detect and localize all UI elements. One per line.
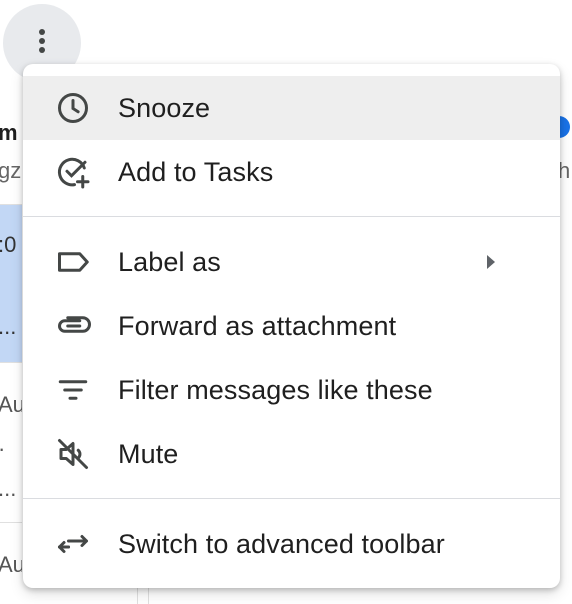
menu-item-label: Mute: [118, 438, 179, 469]
column-divider: [148, 588, 149, 604]
menu-item-mute[interactable]: Mute: [23, 422, 560, 486]
menu-item-filter-messages[interactable]: Filter messages like these: [23, 358, 560, 422]
gmail-more-menu-screen: m gze :0 ... Au · ... Au h Snooze Add to…: [0, 0, 572, 604]
menu-item-label-as[interactable]: Label as: [23, 230, 560, 294]
email-date-fragment: Au: [0, 552, 22, 577]
submenu-arrow-icon: [484, 252, 498, 272]
clock-icon: [55, 90, 91, 126]
email-snippet-fragment: ...: [0, 476, 17, 501]
add-task-icon: [55, 154, 91, 190]
menu-item-switch-advanced-toolbar[interactable]: Switch to advanced toolbar: [23, 512, 560, 576]
label-icon: [55, 244, 91, 280]
menu-item-add-to-tasks[interactable]: Add to Tasks: [23, 140, 560, 204]
row-divider: [0, 362, 22, 363]
menu-item-label: Filter messages like these: [118, 374, 433, 405]
menu-item-label: Add to Tasks: [118, 156, 274, 187]
background-top: [0, 0, 572, 64]
email-snippet-fragment: gze: [0, 158, 22, 183]
email-date-fragment: Au: [0, 392, 22, 417]
column-divider: [137, 588, 138, 604]
email-snippet-fragment: ·: [0, 436, 22, 462]
more-options-menu: Snooze Add to Tasks Label as Forward as …: [23, 64, 560, 588]
email-snippet-fragment: ...: [0, 314, 17, 339]
menu-item-label: Label as: [118, 246, 221, 277]
menu-divider: [23, 216, 560, 217]
background-text-fragment: h: [558, 158, 571, 183]
email-time-fragment: :0: [0, 232, 17, 257]
menu-item-forward-as-attachment[interactable]: Forward as attachment: [23, 294, 560, 358]
menu-item-label: Forward as attachment: [118, 310, 397, 341]
menu-item-snooze[interactable]: Snooze: [23, 76, 560, 140]
menu-item-label: Snooze: [118, 92, 211, 123]
menu-item-label: Switch to advanced toolbar: [118, 528, 445, 559]
menu-divider: [23, 498, 560, 499]
filter-icon: [55, 372, 91, 408]
swap-arrows-icon: [55, 526, 91, 562]
mute-icon: [55, 436, 91, 472]
row-divider: [0, 204, 22, 205]
email-sender-fragment: m: [0, 120, 18, 145]
more-vert-icon: [24, 27, 60, 59]
row-divider: [0, 522, 22, 523]
attachment-icon: [55, 308, 91, 344]
